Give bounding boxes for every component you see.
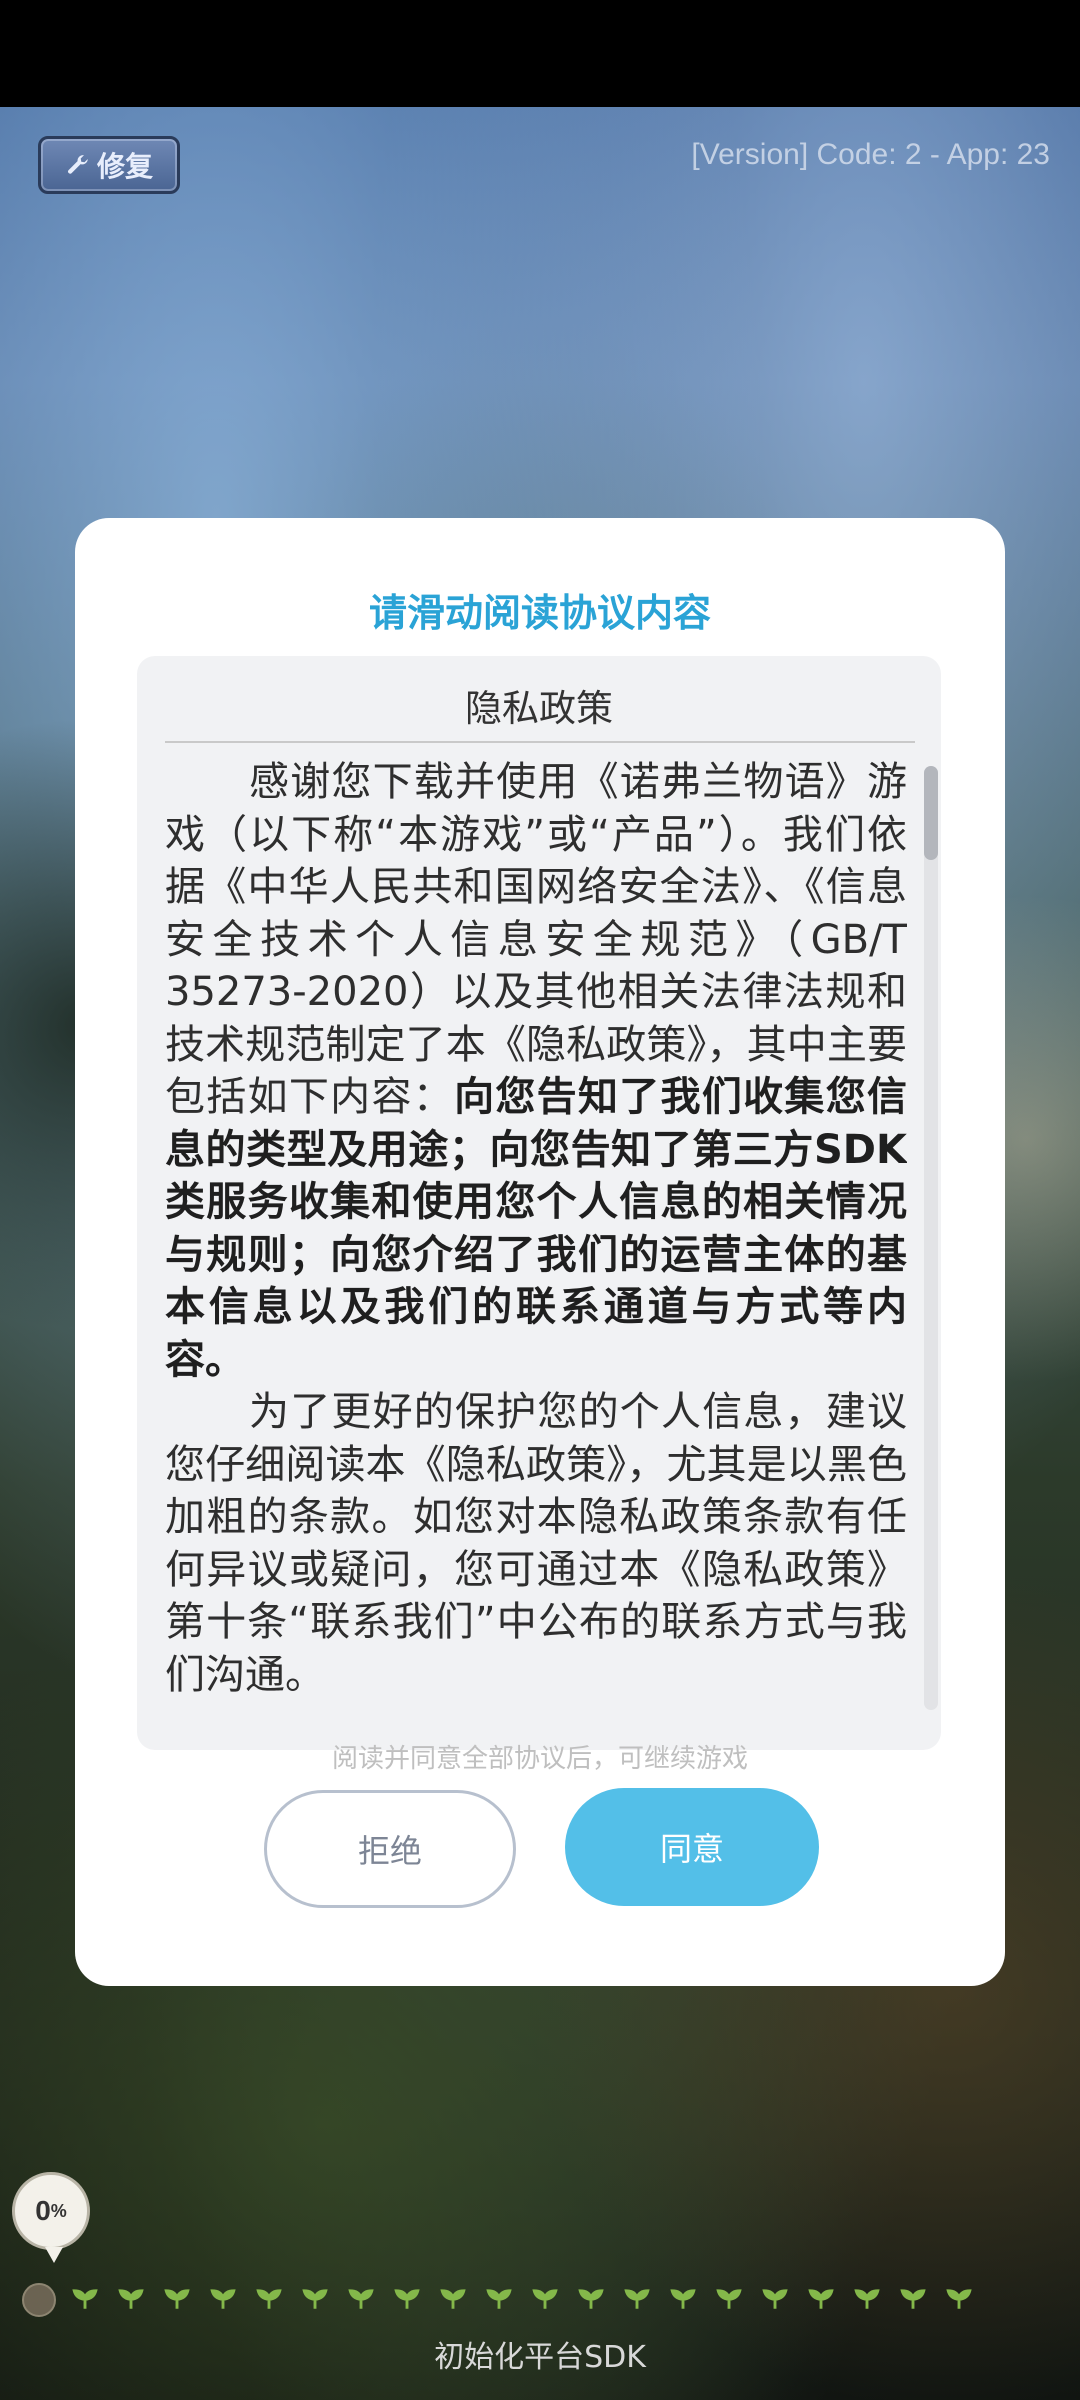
- status-bar: [0, 0, 1080, 107]
- reject-button[interactable]: 拒绝: [264, 1790, 516, 1908]
- sprout-icon: [160, 2286, 194, 2314]
- progress-unit: %: [50, 2200, 67, 2221]
- repair-label: 修复: [96, 150, 153, 183]
- agree-button[interactable]: 同意: [565, 1788, 819, 1906]
- policy-heading: 隐私政策: [465, 687, 613, 730]
- sprout-icon: [298, 2286, 332, 2314]
- policy-scroll-area[interactable]: 隐私政策 感谢您下载并使用《诺弗兰物语》游戏（以下称“本游戏”或“产品”）。我们…: [137, 656, 941, 1750]
- sprout-icon: [344, 2286, 378, 2314]
- scrollbar-thumb[interactable]: [924, 766, 938, 860]
- progress-value: 0: [35, 2195, 51, 2226]
- policy-paragraph: 为了更好的保护您的个人信息，建议您仔细阅读本《隐私政策》，尤其是以黑色加粗的条款…: [165, 1386, 907, 1701]
- policy-bold-text: 向您告知了我们收集您信息的类型及用途；向您告知了第三方SDK类服务收集和使用您个…: [165, 1074, 907, 1383]
- wrench-icon: [68, 155, 88, 174]
- divider: [165, 741, 915, 743]
- agreement-hint: 阅读并同意全部协议后，可继续游戏: [331, 1744, 748, 1774]
- sprout-icon: [666, 2286, 700, 2314]
- repair-button[interactable]: 修复: [38, 136, 180, 194]
- privacy-dialog: 请滑动阅读协议内容 隐私政策 感谢您下载并使用《诺弗兰物语》游戏（以下称“本游戏…: [75, 518, 1005, 1986]
- policy-text: 为了更好的保护您的个人信息，建议您仔细阅读本《隐私政策》，尤其是以黑色加粗的条款…: [165, 1389, 907, 1698]
- loading-progress-track: [22, 2280, 1002, 2320]
- scrollbar[interactable]: [924, 766, 938, 1710]
- sprout-icon: [436, 2286, 470, 2314]
- sprout-icon: [620, 2286, 654, 2314]
- sprout-icon: [712, 2286, 746, 2314]
- sprout-icon: [804, 2286, 838, 2314]
- sprout-icon: [68, 2286, 102, 2314]
- dialog-title: 请滑动阅读协议内容: [368, 591, 711, 635]
- progress-badge: 0%: [12, 2172, 90, 2263]
- policy-body: 感谢您下载并使用《诺弗兰物语》游戏（以下称“本游戏”或“产品”）。我们依据《中华…: [165, 756, 907, 1736]
- policy-text: 感谢您下载并使用《诺弗兰物语》游戏（以下称“本游戏”或“产品”）。我们依据《中华…: [165, 759, 907, 1120]
- loading-status-label: 初始化平台SDK: [434, 2340, 646, 2375]
- sprout-icon: [758, 2286, 792, 2314]
- sprout-icon: [206, 2286, 240, 2314]
- sprout-icon: [528, 2286, 562, 2314]
- policy-paragraph: 感谢您下载并使用《诺弗兰物语》游戏（以下称“本游戏”或“产品”）。我们依据《中华…: [165, 756, 907, 1386]
- sprout-icon: [850, 2286, 884, 2314]
- sprout-icon: [942, 2286, 976, 2314]
- sprout-icon: [390, 2286, 424, 2314]
- sprout-icon: [252, 2286, 286, 2314]
- version-text: [Version] Code: 2 - App: 23: [691, 138, 1050, 171]
- progress-marker: [22, 2283, 56, 2317]
- sprout-icon: [114, 2286, 148, 2314]
- sprout-icon: [896, 2286, 930, 2314]
- sprout-icon: [482, 2286, 516, 2314]
- sprout-icon: [574, 2286, 608, 2314]
